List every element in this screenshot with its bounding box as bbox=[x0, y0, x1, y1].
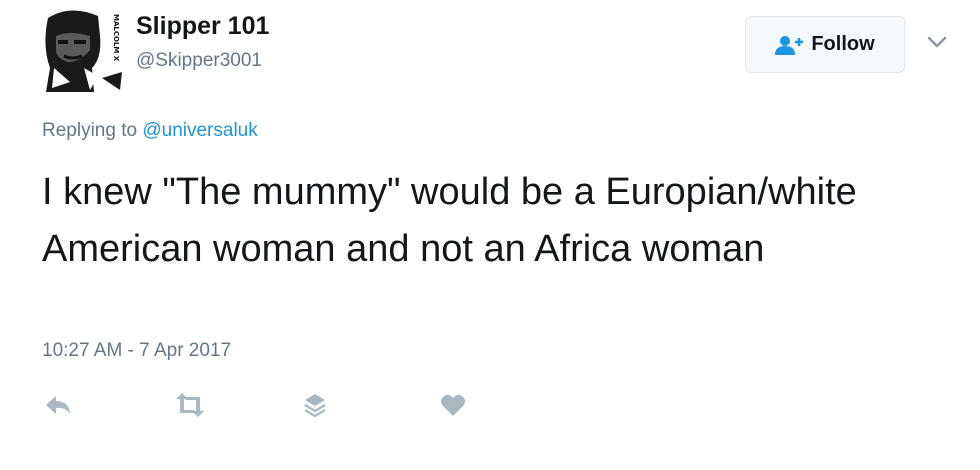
follow-button[interactable]: Follow bbox=[745, 16, 905, 73]
reply-mention-link[interactable]: @universaluk bbox=[142, 120, 257, 141]
reply-context: Replying to @universaluk bbox=[42, 120, 258, 142]
reply-prefix: Replying to bbox=[42, 120, 138, 141]
heart-icon bbox=[441, 394, 465, 416]
add-user-icon bbox=[775, 35, 804, 55]
chevron-down-icon[interactable] bbox=[926, 34, 948, 50]
retweet-action[interactable] bbox=[172, 390, 208, 420]
retweet-icon bbox=[176, 393, 204, 417]
tweet-timestamp[interactable]: 10:27 AM - 7 Apr 2017 bbox=[42, 340, 231, 362]
like-action[interactable] bbox=[440, 390, 466, 420]
avatar-caption: MALCOLM X bbox=[112, 14, 120, 62]
username[interactable]: @Skipper3001 bbox=[136, 50, 262, 72]
display-name[interactable]: Slipper 101 bbox=[136, 12, 269, 41]
tweet-card: MALCOLM X Slipper 101 @Skipper3001 Follo… bbox=[0, 0, 980, 470]
follow-label: Follow bbox=[811, 33, 875, 55]
avatar-image: MALCOLM X bbox=[40, 6, 126, 92]
layers-icon bbox=[304, 394, 326, 418]
tweet-text: I knew "The mummy" would be a Europian/w… bbox=[42, 171, 857, 270]
avatar[interactable]: MALCOLM X bbox=[40, 6, 126, 92]
reply-action[interactable] bbox=[44, 390, 72, 420]
reply-icon bbox=[46, 396, 70, 414]
layers-action[interactable] bbox=[302, 390, 328, 420]
